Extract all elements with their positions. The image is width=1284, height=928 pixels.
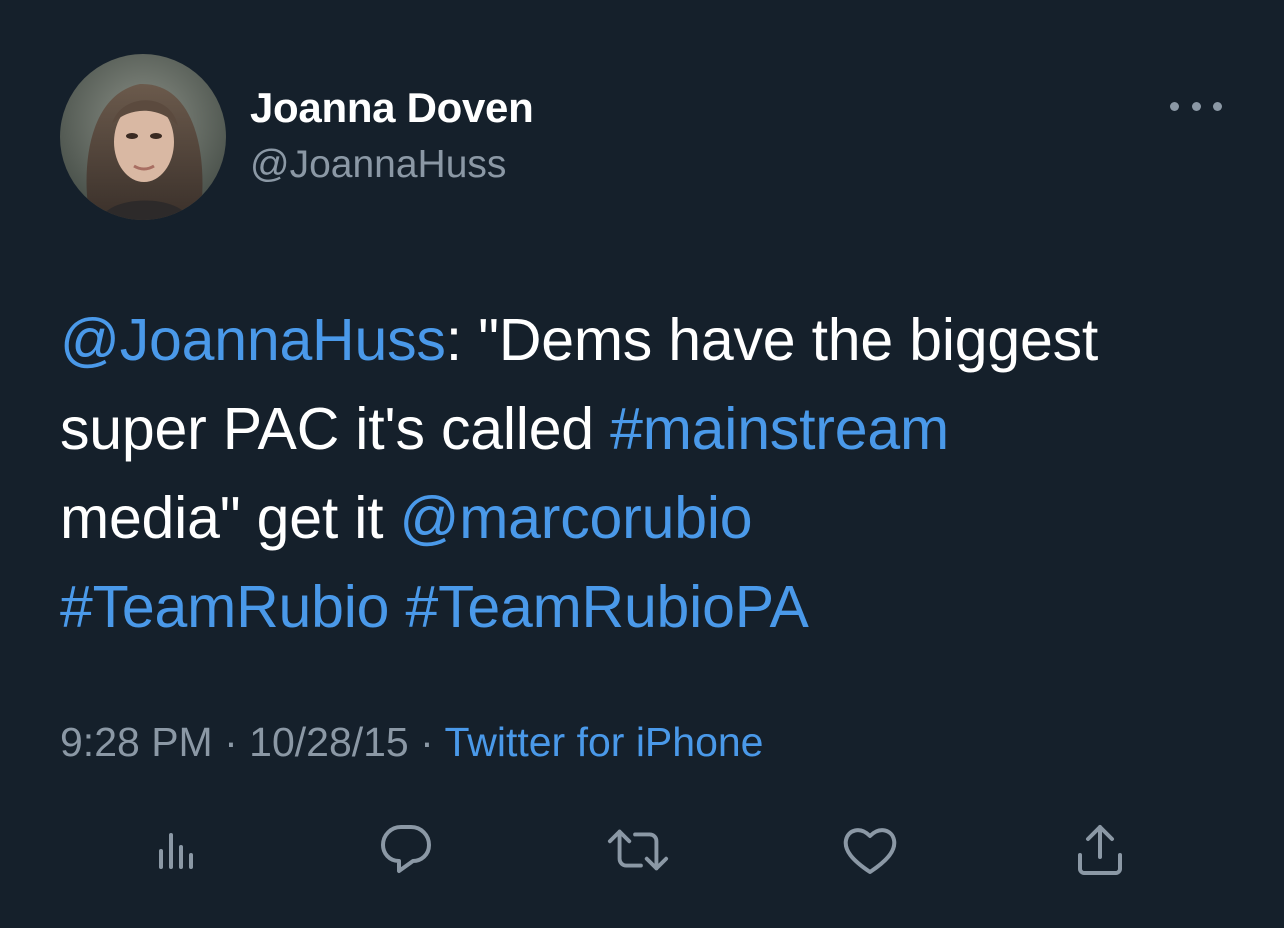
share-icon	[1078, 825, 1122, 875]
tweet-date[interactable]: 10/28/15	[249, 719, 409, 765]
tweet-detail: Joanna Doven @JoannaHuss @JoannaHuss: "D…	[0, 0, 1284, 928]
more-dot	[1213, 101, 1222, 111]
separator: ·	[408, 719, 445, 765]
like-button[interactable]	[838, 818, 902, 882]
tweet-metadata: 9:28 PM · 10/28/15 · Twitter for iPhone	[60, 714, 763, 770]
tweet-text-segment	[389, 574, 405, 640]
tweet-line: #TeamRubio #TeamRubioPA	[60, 563, 1250, 652]
share-button[interactable]	[1068, 818, 1132, 882]
tweet-text-segment: : "Dems have the biggest	[445, 307, 1099, 373]
hashtag-link[interactable]: #TeamRubioPA	[405, 574, 808, 640]
tweet-time[interactable]: 9:28 PM	[60, 719, 213, 765]
mention-link[interactable]: @JoannaHuss	[60, 307, 446, 373]
like-icon	[843, 828, 897, 874]
hashtag-link[interactable]: #TeamRubio	[60, 574, 389, 640]
tweet-source-link[interactable]: Twitter for iPhone	[444, 719, 763, 765]
hashtag-link[interactable]: #mainstream	[610, 396, 949, 462]
tweet-line: super PAC it's called #mainstream	[60, 385, 1250, 474]
display-name[interactable]: Joanna Doven	[250, 82, 534, 134]
retweet-icon	[607, 829, 669, 871]
separator: ·	[212, 719, 250, 765]
retweet-button[interactable]	[606, 818, 670, 882]
reply-icon	[381, 825, 431, 873]
more-dot	[1191, 101, 1201, 111]
action-bar	[0, 818, 1284, 882]
more-dot	[1170, 101, 1179, 111]
mention-link[interactable]: @marcorubio	[400, 485, 753, 551]
tweet-line: media" get it @marcorubio	[60, 474, 1250, 563]
avatar[interactable]	[60, 54, 226, 220]
tweet-text-segment: media" get it	[60, 485, 400, 551]
author-info[interactable]: Joanna Doven @JoannaHuss	[250, 82, 534, 190]
tweet-line: @JoannaHuss: "Dems have the biggest	[60, 296, 1250, 385]
handle[interactable]: @JoannaHuss	[250, 140, 533, 190]
tweet-text: @JoannaHuss: "Dems have the biggest supe…	[60, 296, 1250, 652]
avatar-image	[60, 54, 226, 220]
more-options-icon[interactable]	[1170, 94, 1222, 118]
tweet-text-segment: super PAC it's called	[60, 396, 611, 462]
analytics-button[interactable]	[144, 818, 208, 882]
reply-button[interactable]	[374, 818, 438, 882]
analytics-icon	[159, 833, 193, 869]
